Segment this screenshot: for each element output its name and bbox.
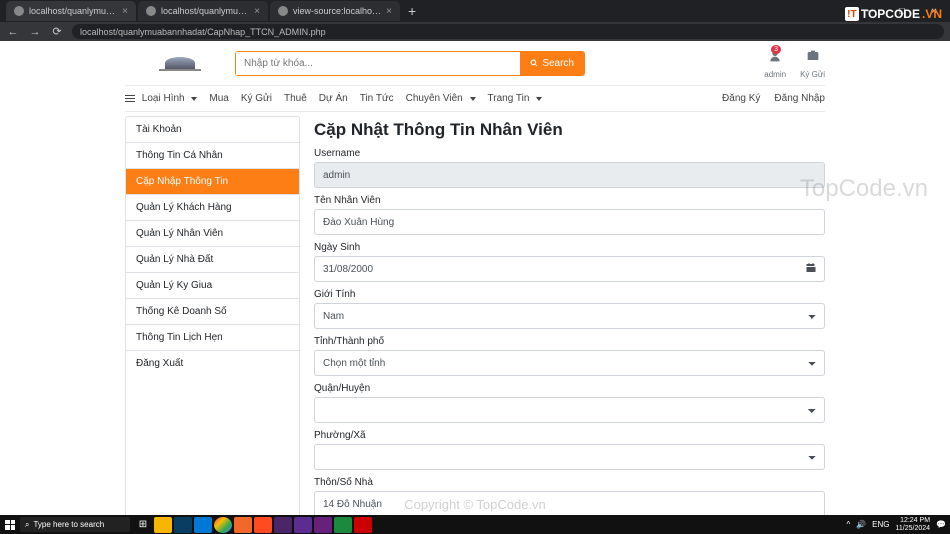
back-icon[interactable]: ← bbox=[6, 26, 20, 38]
sidebar-item-staff[interactable]: Quản Lý Nhân Viên bbox=[126, 221, 299, 247]
label-address: Thôn/Số Nhà bbox=[314, 477, 825, 488]
tray-notif-icon[interactable]: 💬 bbox=[936, 520, 946, 529]
favicon-icon bbox=[278, 6, 288, 16]
sidebar-item-consign[interactable]: Quản Lý Ky Giua bbox=[126, 273, 299, 299]
app-icon[interactable] bbox=[334, 517, 352, 533]
sidebar-item-properties[interactable]: Quản Lý Nhà Đất bbox=[126, 247, 299, 273]
site-logo[interactable] bbox=[125, 57, 235, 69]
tray-clock[interactable]: 12:24 PM 11/25/2024 bbox=[896, 517, 931, 533]
label-dob: Ngày Sinh bbox=[314, 242, 825, 253]
select-gender[interactable]: Nam bbox=[314, 303, 825, 329]
app-icon[interactable] bbox=[314, 517, 332, 533]
sidebar-item-stats[interactable]: Thống Kê Doanh Số bbox=[126, 299, 299, 325]
admin-menu[interactable]: 3 admin bbox=[764, 48, 786, 79]
favicon-icon bbox=[146, 6, 156, 16]
calendar-icon[interactable] bbox=[805, 262, 817, 274]
app-icon[interactable] bbox=[254, 517, 272, 533]
nav-tintuc[interactable]: Tin Tức bbox=[360, 93, 394, 104]
page-title: Cặp Nhật Thông Tin Nhân Viên bbox=[314, 120, 825, 140]
sidebar-item-profile[interactable]: Thông Tin Cá Nhân bbox=[126, 143, 299, 169]
caret-down-icon bbox=[191, 97, 197, 101]
label-username: Username bbox=[314, 148, 825, 159]
windows-icon bbox=[5, 520, 15, 530]
browser-tab[interactable]: localhost/quanlymuabannhadat... × bbox=[6, 1, 136, 21]
form-panel: Cặp Nhật Thông Tin Nhân Viên Username Tê… bbox=[310, 116, 825, 515]
label-gender: Giới Tính bbox=[314, 289, 825, 300]
select-province[interactable]: Chọn một tỉnh bbox=[314, 350, 825, 376]
vs-icon[interactable] bbox=[294, 517, 312, 533]
nav-register[interactable]: Đăng Ký bbox=[722, 93, 760, 104]
reload-icon[interactable]: ⟳ bbox=[50, 25, 64, 38]
close-icon[interactable]: × bbox=[386, 6, 392, 17]
topcode-logo-wm: !T TOPCODE .VN bbox=[845, 7, 942, 21]
app-icon[interactable] bbox=[354, 517, 372, 533]
sidebar-item-logout[interactable]: Đăng Xuất bbox=[126, 351, 299, 376]
chrome-icon[interactable] bbox=[214, 517, 232, 533]
address-bar: ← → ⟳ localhost/quanlymuabannhadat/CapNh… bbox=[0, 22, 950, 41]
tray-volume-icon[interactable]: 🔊 bbox=[856, 520, 866, 529]
search-button[interactable]: Search bbox=[520, 52, 584, 75]
page-content: Search 3 admin Ký Gửi Loại Hình Mua bbox=[0, 41, 950, 515]
browser-chrome: localhost/quanlymuabannhadat... × localh… bbox=[0, 0, 950, 41]
windows-taskbar: ⌕ Type here to search ⊞ ^ 🔊 ENG 12:24 PM… bbox=[0, 515, 950, 534]
close-icon[interactable]: × bbox=[122, 6, 128, 17]
nav-mua[interactable]: Mua bbox=[209, 93, 228, 104]
sidebar-item-customers[interactable]: Quản Lý Khách Hàng bbox=[126, 195, 299, 221]
nav-login[interactable]: Đăng Nhập bbox=[774, 93, 825, 104]
select-district[interactable] bbox=[314, 397, 825, 423]
select-ward[interactable] bbox=[314, 444, 825, 470]
task-view-icon[interactable]: ⊞ bbox=[134, 517, 152, 533]
input-username bbox=[314, 162, 825, 188]
browser-tab[interactable]: localhost/quanlymuabannhadat... × bbox=[138, 1, 268, 21]
label-name: Tên Nhân Viên bbox=[314, 195, 825, 206]
start-button[interactable] bbox=[0, 520, 20, 530]
input-address[interactable] bbox=[314, 491, 825, 515]
browser-tab[interactable]: view-source:localhost/quanlyn... × bbox=[270, 1, 400, 21]
sidebar-item-account[interactable]: Tài Khoản bbox=[126, 117, 299, 143]
search-box: Search bbox=[235, 51, 585, 76]
caret-down-icon bbox=[470, 97, 476, 101]
hamburger-icon bbox=[125, 95, 135, 103]
main-nav: Loại Hình Mua Ký Gửi Thuê Dự Án Tin Tức … bbox=[125, 85, 825, 112]
sidebar-item-schedule[interactable]: Thông Tin Lịch Hẹn bbox=[126, 325, 299, 351]
nav-kygui[interactable]: Ký Gửi bbox=[241, 93, 272, 104]
input-dob[interactable] bbox=[314, 256, 825, 282]
forward-icon[interactable]: → bbox=[28, 26, 42, 38]
app-icon[interactable] bbox=[274, 517, 292, 533]
new-tab-button[interactable]: + bbox=[402, 3, 422, 19]
search-icon bbox=[530, 59, 539, 68]
admin-sidebar: Tài Khoản Thông Tin Cá Nhân Cặp Nhập Thô… bbox=[125, 116, 300, 515]
site-header: Search 3 admin Ký Gửi bbox=[125, 41, 825, 85]
taskbar-search[interactable]: ⌕ Type here to search bbox=[20, 517, 130, 532]
nav-duan[interactable]: Dự Án bbox=[319, 93, 348, 104]
notif-badge: 3 bbox=[771, 45, 781, 54]
input-name[interactable] bbox=[314, 209, 825, 235]
app-icon[interactable] bbox=[234, 517, 252, 533]
cart-menu[interactable]: Ký Gửi bbox=[800, 48, 825, 79]
app-icon[interactable] bbox=[154, 517, 172, 533]
favicon-icon bbox=[14, 6, 24, 16]
sidebar-item-update[interactable]: Cặp Nhập Thông Tin bbox=[126, 169, 299, 195]
tab-strip: localhost/quanlymuabannhadat... × localh… bbox=[0, 0, 950, 22]
nav-thue[interactable]: Thuê bbox=[284, 93, 307, 104]
label-ward: Phường/Xã bbox=[314, 430, 825, 441]
tray-chevron-icon[interactable]: ^ bbox=[846, 520, 850, 529]
app-icon[interactable] bbox=[174, 517, 192, 533]
search-icon: ⌕ bbox=[25, 520, 29, 530]
tray-lang[interactable]: ENG bbox=[872, 520, 889, 529]
close-icon[interactable]: × bbox=[254, 6, 260, 17]
nav-chuyenvien[interactable]: Chuyên Viên bbox=[406, 93, 476, 104]
label-district: Quận/Huyện bbox=[314, 383, 825, 394]
edge-icon[interactable] bbox=[194, 517, 212, 533]
briefcase-icon bbox=[804, 48, 822, 64]
nav-loaihinh[interactable]: Loại Hình bbox=[125, 93, 197, 104]
label-province: Tỉnh/Thành phố bbox=[314, 336, 825, 347]
url-input[interactable]: localhost/quanlymuabannhadat/CapNhap_TTC… bbox=[72, 24, 944, 39]
caret-down-icon bbox=[536, 97, 542, 101]
nav-trangtin[interactable]: Trang Tin bbox=[488, 93, 543, 104]
search-input[interactable] bbox=[236, 52, 520, 75]
